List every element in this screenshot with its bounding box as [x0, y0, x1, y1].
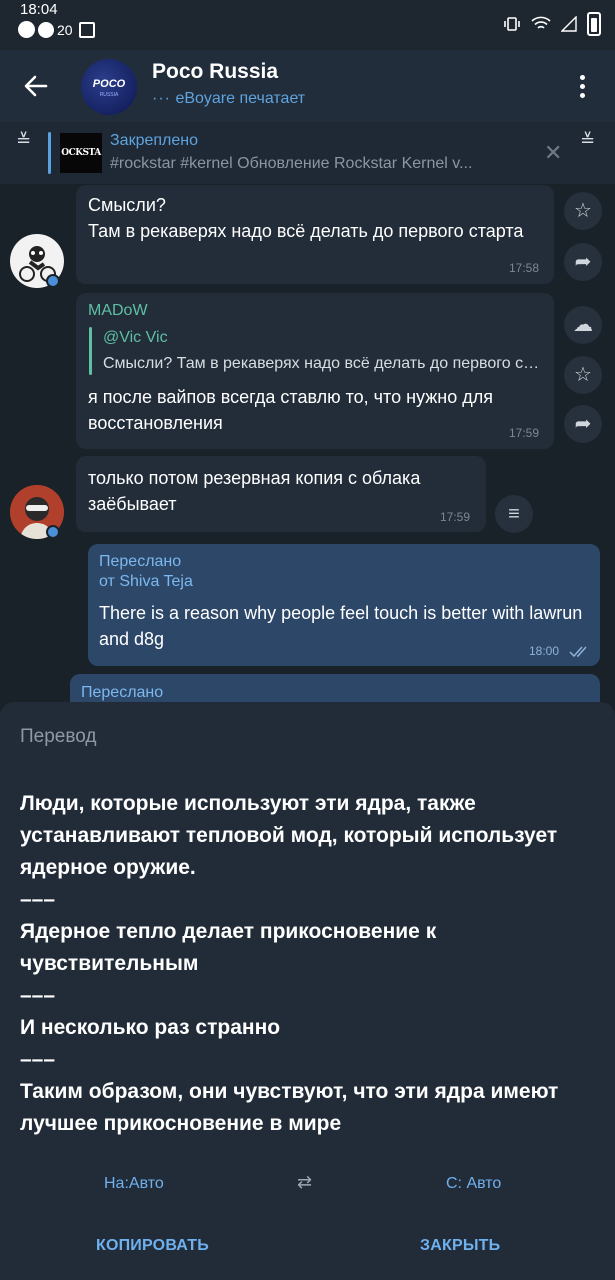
avatar-text: POCO: [92, 78, 126, 90]
reply-author[interactable]: @Vic Vic: [103, 329, 168, 347]
message-time: 18:00: [529, 644, 560, 658]
share-icon[interactable]: ➦: [564, 243, 602, 281]
message-time: 17:59: [509, 426, 540, 440]
avatar-subtext: RUSSIA: [99, 92, 119, 98]
typing-status: ··· eBoyare печатает: [152, 90, 306, 107]
message-text: Смысли? Там в рекаверях надо всё делать …: [88, 195, 524, 241]
signal-icon: [561, 16, 577, 32]
swap-languages-icon[interactable]: ⇄: [297, 1172, 312, 1193]
chevron-double-down-icon[interactable]: ≚: [16, 130, 31, 151]
back-arrow-icon[interactable]: [22, 72, 50, 100]
copy-button[interactable]: КОПИРОВАТЬ: [96, 1237, 209, 1255]
translated-text: Люди, которые используют эти ядра, также…: [20, 792, 559, 1135]
gallery-icon: [78, 21, 95, 38]
wifi-icon: [531, 16, 551, 29]
notification-count: 20: [57, 21, 73, 38]
status-bar: 18:04 20: [0, 0, 615, 50]
status-time: 18:04: [20, 1, 58, 18]
message-text: я после вайпов всегда ставлю то, что нуж…: [88, 387, 493, 433]
target-language-button[interactable]: На:Авто: [104, 1175, 164, 1193]
message-time: 17:59: [440, 510, 471, 524]
pinned-label: Закреплено: [110, 132, 198, 149]
close-icon[interactable]: ✕: [544, 140, 562, 166]
reply-indicator: [89, 327, 92, 375]
sender-name[interactable]: MADoW: [88, 302, 148, 320]
star-icon[interactable]: ☆: [564, 192, 602, 230]
message-text: только потом резервная копия с облака за…: [88, 468, 421, 514]
online-indicator: [46, 274, 60, 288]
message-bubble[interactable]: только потом резервная копия с облака за…: [76, 456, 486, 532]
battery-icon: [587, 12, 601, 36]
double-check-icon: [569, 646, 587, 658]
chat-header: POCO RUSSIA Poco Russia ··· eBoyare печа…: [0, 50, 615, 122]
source-language-button[interactable]: С: Авто: [446, 1175, 501, 1193]
forwarded-label: Переслано: [81, 684, 164, 701]
message-bubble[interactable]: MADoW @Vic Vic Смысли? Там в рекаверях н…: [76, 293, 554, 449]
forwarded-from[interactable]: от Shiva Teja: [99, 573, 193, 591]
pinned-message-bar[interactable]: ≚ OCKSTA Закреплено #rockstar #kernel Об…: [0, 122, 615, 184]
more-menu-icon[interactable]: [580, 75, 586, 102]
close-button[interactable]: ЗАКРЫТЬ: [420, 1237, 500, 1255]
menu-lines-icon[interactable]: ≡: [495, 495, 533, 533]
message-bubble[interactable]: Переслано от Shiva Teja There is a reaso…: [88, 544, 600, 666]
telegram-icon: [38, 21, 54, 38]
translation-sheet: Перевод Люди, которые используют эти ядр…: [0, 702, 615, 1280]
system-icons: [503, 12, 601, 36]
message-time: 17:58: [509, 261, 540, 275]
notification-icons: 20: [18, 21, 95, 38]
star-icon[interactable]: ☆: [564, 356, 602, 394]
message-bubble[interactable]: Смысли? Там в рекаверях надо всё делать …: [76, 185, 554, 284]
spotify-icon: [18, 21, 35, 38]
vibrate-icon: [504, 17, 520, 31]
chat-avatar[interactable]: POCO RUSSIA: [81, 59, 137, 115]
chat-title[interactable]: Poco Russia: [152, 60, 278, 84]
reply-text[interactable]: Смысли? Там в рекаверях надо всё делать …: [103, 355, 543, 373]
pinned-thumbnail: OCKSTA: [60, 133, 102, 173]
pinned-indicator: [48, 132, 51, 174]
forwarded-label: Переслано: [99, 553, 182, 570]
chevron-double-down-icon[interactable]: ≚: [580, 130, 595, 151]
message-text: There is a reason why people feel touch …: [99, 603, 583, 649]
pinned-text: #rockstar #kernel Обновление Rockstar Ke…: [110, 155, 473, 172]
share-icon[interactable]: ➦: [564, 405, 602, 443]
sheet-title: Перевод: [20, 726, 97, 747]
cloud-icon[interactable]: ☁: [564, 306, 602, 344]
online-indicator: [46, 525, 60, 539]
